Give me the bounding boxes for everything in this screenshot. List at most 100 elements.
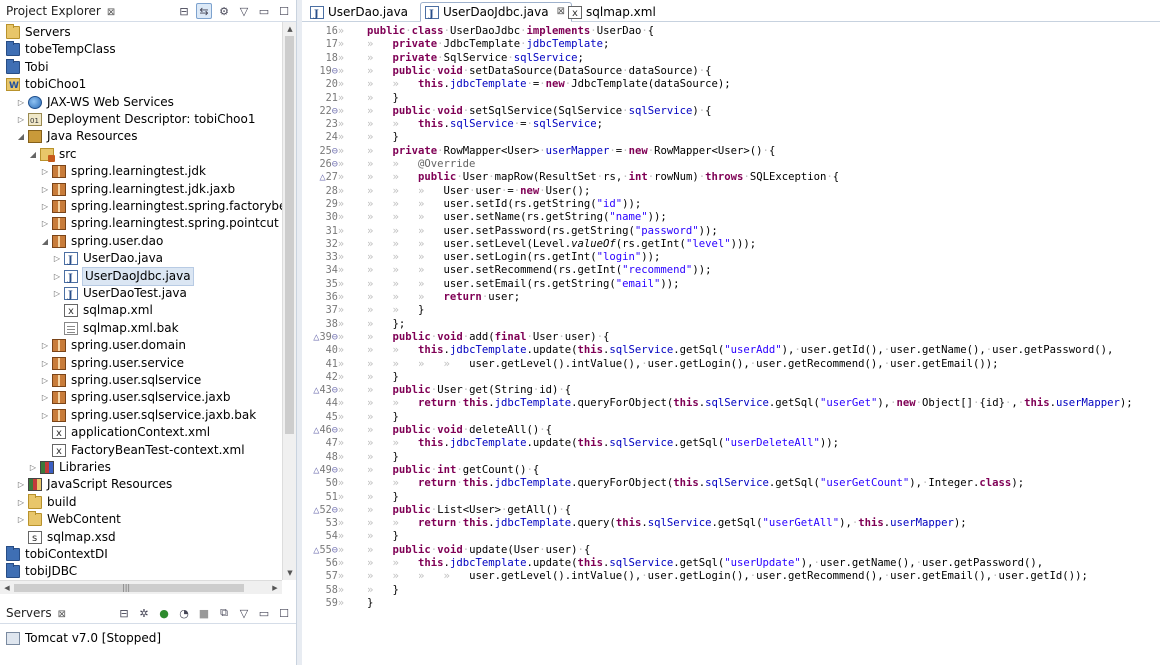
tree-item[interactable]: ◢ Java Resources (16, 128, 138, 145)
collapsed-arrow-icon[interactable]: ▷ (40, 198, 50, 215)
code-text: » » » User·user·=·new·User(); (367, 184, 591, 197)
line-number: 18» (325, 52, 344, 64)
collapsed-arrow-icon[interactable]: ▷ (16, 494, 26, 511)
tree-item[interactable]: applicationContext.xml (40, 424, 211, 442)
maximize-icon[interactable]: ☐ (276, 3, 292, 19)
publish-icon[interactable]: ⧉ (216, 605, 232, 621)
tree-item[interactable]: ▷ UserDao.java (52, 250, 164, 269)
tree-item[interactable]: ▷ UserDaoJdbc.java (52, 266, 194, 287)
collapsed-arrow-icon[interactable]: ▷ (40, 355, 50, 372)
tab-servers[interactable]: Servers ⊠ (2, 604, 70, 622)
debug-server-icon[interactable]: ✲ (136, 605, 152, 621)
tab-sqlmap-xml[interactable]: sqlmap.xml (564, 2, 662, 23)
tree-item[interactable]: ▷ WebContent (16, 511, 122, 528)
explorer-horizontal-scrollbar[interactable]: ◀ ||| ▶ (0, 580, 282, 594)
expanded-arrow-icon[interactable]: ◢ (28, 146, 38, 163)
servers-toolbar: ⊟ ✲ ● ◔ ■ ⧉ ▽ ▭ ☐ (116, 604, 292, 622)
tree-item-label: tobiContextDI (25, 547, 108, 561)
tree-item[interactable]: Tobi (4, 58, 50, 76)
java-file-icon (310, 5, 324, 24)
collapsed-arrow-icon[interactable]: ▷ (40, 181, 50, 198)
collapsed-arrow-icon[interactable]: ▷ (16, 476, 26, 493)
tree-item-label: spring.user.domain (71, 338, 187, 353)
project-explorer-toolbar: ⊟ ⇆ ⚙ ▽ ▭ ☐ (176, 2, 292, 20)
minimize-icon[interactable]: ▭ (256, 3, 272, 19)
view-menu-icon[interactable]: ▽ (236, 3, 252, 19)
scroll-up-icon[interactable]: ▲ (283, 22, 297, 36)
override-marker-icon: △ (313, 331, 320, 343)
collapsed-arrow-icon[interactable]: ▷ (16, 111, 26, 128)
tree-item[interactable]: ▷ spring.learningtest.spring.factorybean (40, 198, 282, 215)
tab-userdaojdbc-java[interactable]: UserDaoJdbc.java ⊠ (420, 2, 573, 24)
collapsed-arrow-icon[interactable]: ▷ (52, 268, 62, 285)
collapsed-arrow-icon[interactable]: ▷ (40, 215, 50, 232)
tree-item[interactable]: ▷ JavaScript Resources (16, 476, 173, 493)
explorer-vertical-scrollbar[interactable]: ▲ ▼ (282, 22, 296, 580)
tab-userdao-java[interactable]: UserDao.java (306, 2, 414, 24)
tree-item[interactable]: tobiJDBC (4, 563, 78, 580)
tree-item[interactable]: tobiContextDI (4, 546, 109, 563)
tree-item[interactable]: ▷ spring.user.sqlservice.jaxb.bak (40, 407, 257, 424)
tree-item[interactable]: sqlmap.xsd (16, 529, 117, 547)
collapsed-arrow-icon[interactable]: ▷ (52, 250, 62, 267)
tree-item[interactable]: ▷ spring.user.sqlservice (40, 372, 202, 389)
editor-tab-label: UserDaoJdbc.java (443, 5, 549, 19)
tree-item[interactable]: ▷ spring.learningtest.spring.pointcut (40, 215, 280, 232)
tree-item[interactable]: ▷ build (16, 493, 78, 511)
tree-item[interactable]: ◢ src (28, 146, 78, 163)
link-with-editor-icon[interactable]: ⇆ (196, 3, 212, 19)
collapse-all-icon[interactable]: ⊟ (116, 605, 132, 621)
tree-item[interactable]: ▷ spring.user.service (40, 355, 185, 372)
code-editor[interactable]: 16» public·class·UserDaoJdbc·implements·U… (302, 23, 1160, 665)
tree-item[interactable]: sqlmap.xml.bak (52, 320, 180, 337)
collapsed-arrow-icon[interactable]: ▷ (40, 337, 50, 354)
tree-item[interactable]: Servers (4, 24, 72, 41)
collapsed-arrow-icon[interactable]: ▷ (40, 389, 50, 406)
tab-project-explorer[interactable]: Project Explorer ⊠ (2, 2, 119, 20)
expanded-arrow-icon[interactable]: ◢ (40, 233, 50, 250)
minimize-icon[interactable]: ▭ (256, 605, 272, 621)
override-marker-icon: △ (319, 172, 326, 184)
tree-item[interactable]: ▷ JAX-WS Web Services (16, 94, 175, 111)
view-settings-icon[interactable]: ⚙ (216, 3, 232, 19)
tree-item[interactable]: ▷ Deployment Descriptor: tobiChoo1 (16, 111, 257, 130)
scrollbar-thumb[interactable] (285, 36, 294, 434)
line-number: 24» (325, 132, 344, 144)
tree-item[interactable]: ◢ spring.user.dao (40, 233, 164, 250)
close-icon[interactable]: ⊠ (107, 7, 115, 18)
scroll-down-icon[interactable]: ▼ (283, 566, 297, 580)
line-number: 38» (325, 318, 344, 330)
expanded-arrow-icon[interactable]: ◢ (16, 128, 26, 145)
scroll-left-icon[interactable]: ◀ (0, 581, 14, 595)
line-number: 45» (325, 411, 344, 423)
tree-item[interactable]: ▷ spring.user.sqlservice.jaxb (40, 389, 231, 406)
tree-item[interactable]: ▷ spring.learningtest.jdk.jaxb (40, 181, 236, 198)
close-icon[interactable]: ⊠ (58, 609, 66, 620)
server-item-tomcat[interactable]: Tomcat v7.0 [Stopped] (4, 630, 162, 647)
collapsed-arrow-icon[interactable]: ▷ (16, 511, 26, 528)
start-server-icon[interactable]: ● (156, 605, 172, 621)
tree-item[interactable]: tobiChoo1 (4, 76, 87, 95)
collapsed-arrow-icon[interactable]: ▷ (40, 372, 50, 389)
collapsed-arrow-icon[interactable]: ▷ (16, 94, 26, 111)
code-text: » } (367, 91, 399, 104)
maximize-icon[interactable]: ☐ (276, 605, 292, 621)
tree-item[interactable]: tobeTempClass (4, 41, 117, 58)
collapsed-arrow-icon[interactable]: ▷ (40, 407, 50, 424)
tree-item[interactable]: ▷ spring.user.domain (40, 337, 187, 354)
collapse-all-icon[interactable]: ⊟ (176, 3, 192, 19)
collapsed-arrow-icon[interactable]: ▷ (52, 285, 62, 302)
profile-server-icon[interactable]: ◔ (176, 605, 192, 621)
package-icon (52, 200, 66, 213)
view-menu-icon[interactable]: ▽ (236, 605, 252, 621)
collapsed-arrow-icon[interactable]: ▷ (28, 459, 38, 476)
tree-item[interactable]: ▷ Libraries (28, 459, 112, 476)
tree-item[interactable]: FactoryBeanTest-context.xml (40, 442, 246, 460)
collapsed-arrow-icon[interactable]: ▷ (40, 163, 50, 180)
code-text: » » return·this.jdbcTemplate.queryForObj… (367, 397, 1133, 410)
tree-item[interactable]: sqlmap.xml (52, 302, 154, 320)
scroll-right-icon[interactable]: ▶ (268, 581, 282, 595)
stop-server-icon[interactable]: ■ (196, 605, 212, 621)
tree-item[interactable]: ▷ spring.learningtest.jdk (40, 163, 207, 180)
tree-item[interactable]: ▷ UserDaoTest.java (52, 285, 188, 304)
